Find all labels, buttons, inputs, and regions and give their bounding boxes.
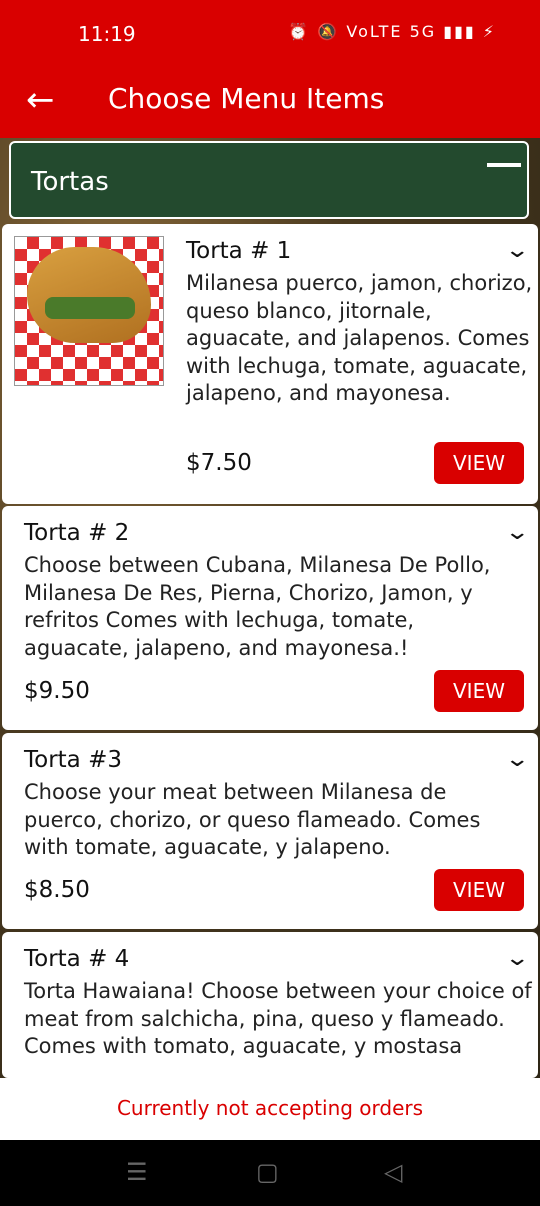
item-price: $9.50 [24, 678, 90, 704]
chevron-down-icon[interactable]: ⌄ [504, 747, 530, 772]
menu-item-card[interactable]: Torta # 2 ⌄ Choose between Cubana, Milan… [2, 506, 538, 730]
item-name: Torta # 4 [24, 946, 130, 972]
item-description: Choose your meat between Milanesa de pue… [24, 780, 481, 859]
menu-item-card[interactable]: Torta #3 ⌄ Choose your meat between Mila… [2, 733, 538, 929]
arrow-left-icon[interactable]: ← [26, 80, 55, 120]
item-description: Milanesa puerco, jamon, chorizo, queso b… [186, 271, 533, 405]
status-icons: ⏰ 🔕 VoLTE 5G ▮▮▮ ⚡ [288, 22, 496, 41]
chevron-down-icon[interactable]: ⌄ [504, 946, 530, 971]
chevron-down-icon[interactable]: ⌄ [504, 238, 530, 263]
menu-item-card[interactable]: Torta # 4 ⌄ Torta Hawaiana! Choose betwe… [2, 932, 538, 1078]
view-button[interactable]: VIEW [434, 869, 524, 911]
category-header[interactable]: Tortas [9, 141, 529, 219]
item-name: Torta # 2 [24, 520, 130, 546]
order-status-footer: Currently not accepting orders [0, 1078, 540, 1140]
back-nav-icon[interactable]: ◁ [384, 1158, 402, 1186]
chevron-down-icon[interactable]: ⌄ [504, 520, 530, 545]
collapse-icon[interactable] [487, 163, 521, 167]
status-bar: 11:19 ⏰ 🔕 VoLTE 5G ▮▮▮ ⚡ [0, 0, 540, 70]
view-button[interactable]: VIEW [434, 442, 524, 484]
item-description: Torta Hawaiana! Choose between your choi… [24, 979, 532, 1058]
app-bar: ← Choose Menu Items [0, 70, 540, 138]
menu-item-card[interactable]: Torta # 1 ⌄ Milanesa puerco, jamon, chor… [2, 224, 538, 504]
home-icon[interactable]: ▢ [256, 1158, 279, 1186]
item-name: Torta # 1 [186, 238, 292, 264]
item-name: Torta #3 [24, 747, 122, 773]
item-description: Choose between Cubana, Milanesa De Pollo… [24, 553, 491, 660]
category-title: Tortas [31, 167, 109, 197]
status-time: 11:19 [78, 22, 136, 46]
page-title: Choose Menu Items [108, 82, 385, 115]
not-accepting-orders-text: Currently not accepting orders [116, 1096, 424, 1120]
item-price: $7.50 [186, 450, 252, 476]
system-nav-bar: ☰ ▢ ◁ [0, 1140, 540, 1206]
view-button[interactable]: VIEW [434, 670, 524, 712]
torta-filling-shape [45, 297, 135, 319]
item-image [14, 236, 164, 386]
recent-apps-icon[interactable]: ☰ [126, 1158, 148, 1186]
torta-image-shape [27, 247, 151, 343]
item-price: $8.50 [24, 877, 90, 903]
